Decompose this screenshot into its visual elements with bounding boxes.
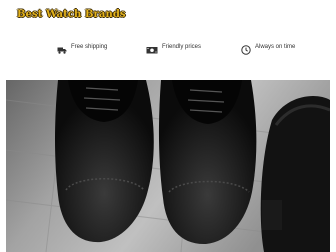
feature-free-shipping: Free shipping <box>57 40 107 54</box>
site-header: Best Watch Brands <box>0 0 336 32</box>
feature-always-on-time: Always on time <box>241 40 296 55</box>
site-logo[interactable]: Best Watch Brands <box>17 9 126 20</box>
feature-label: Friendly prices <box>162 44 202 50</box>
feature-label: Always on time <box>255 44 296 50</box>
feature-label: Free shipping <box>71 44 108 50</box>
money-icon <box>146 42 158 54</box>
feature-friendly-prices: Friendly prices <box>146 40 201 54</box>
hero-image <box>6 80 330 252</box>
clock-icon <box>241 42 251 55</box>
truck-icon <box>57 42 67 54</box>
features-bar: Free shipping Friendly prices Always on … <box>0 32 336 66</box>
